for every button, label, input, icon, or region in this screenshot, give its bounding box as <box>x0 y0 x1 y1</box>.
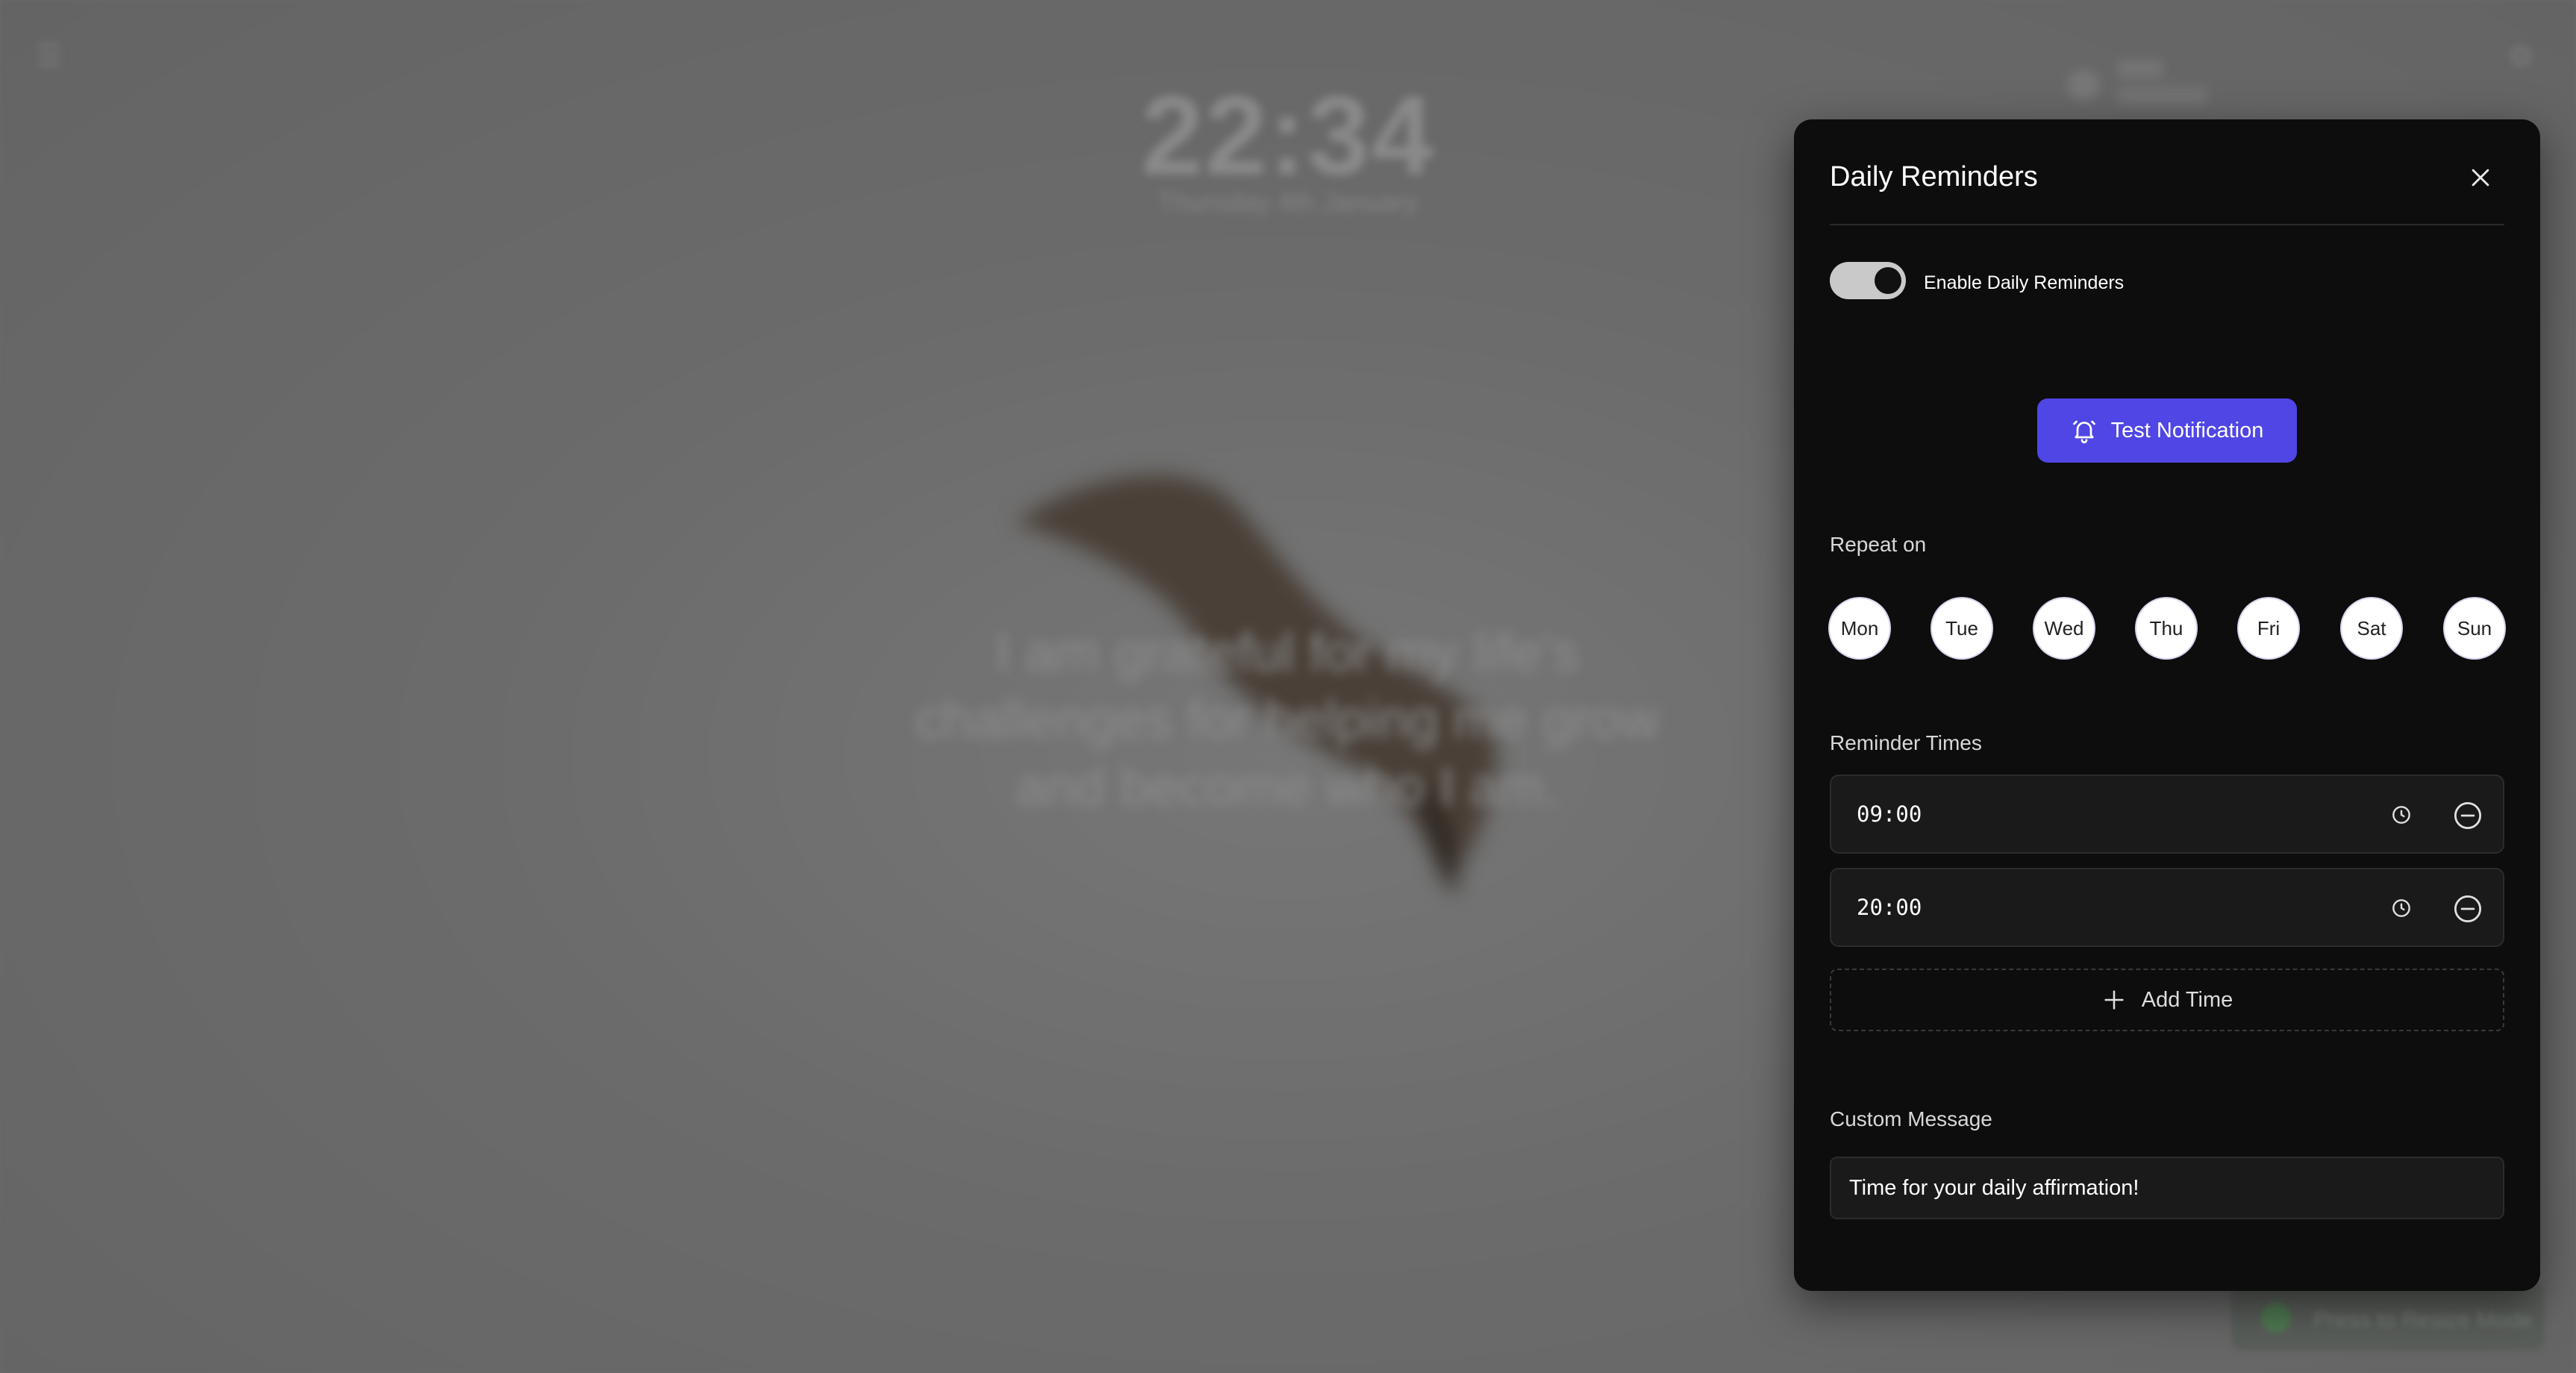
add-time-button[interactable]: Add Time <box>1830 969 2504 1031</box>
reminder-time-row[interactable]: 20:00 <box>1830 868 2504 947</box>
menu-icon: ☰ <box>36 40 63 73</box>
day-tue[interactable]: Tue <box>1932 598 1992 658</box>
reminder-times-label: Reminder Times <box>1830 731 1982 754</box>
background-affirmation: I am grateful for my life's challenges f… <box>915 623 1660 817</box>
background-toast: Press to Resize Mode <box>2231 1283 2545 1351</box>
test-notification-button[interactable]: Test Notification <box>2037 398 2297 463</box>
day-fri[interactable]: Fri <box>2239 598 2298 658</box>
repeat-on-label: Repeat on <box>1830 533 1927 556</box>
enable-reminders-label: Enable Daily Reminders <box>1924 272 2125 293</box>
dialog-header: Daily Reminders <box>1830 157 2504 225</box>
toast-text: Press to Resize Mode <box>2313 1307 2533 1332</box>
time-input[interactable]: 09:00 <box>1857 801 1922 827</box>
day-mon[interactable]: Mon <box>1830 598 1889 658</box>
toggle-knob <box>1875 267 1901 294</box>
reminder-time-row[interactable]: 09:00 <box>1830 775 2504 854</box>
custom-message-label: Custom Message <box>1830 1107 1992 1130</box>
plus-icon <box>2104 990 2124 1010</box>
enable-reminders-toggle[interactable] <box>1830 262 1906 299</box>
settings-icon: ⚙ <box>2507 40 2534 73</box>
clock-icon[interactable] <box>2389 896 2413 920</box>
dialog-title: Daily Reminders <box>1830 161 2038 193</box>
test-notification-label: Test Notification <box>2110 418 2264 442</box>
weather-temperature <box>2118 60 2163 78</box>
remove-time-icon[interactable] <box>2452 893 2483 925</box>
clock-icon[interactable] <box>2389 803 2413 827</box>
time-input[interactable]: 20:00 <box>1857 895 1922 920</box>
day-sat[interactable]: Sat <box>2342 598 2401 658</box>
weather-widget <box>2060 60 2209 112</box>
weather-description <box>2118 87 2207 104</box>
bell-icon <box>2072 420 2095 444</box>
enable-reminders-row: Enable Daily Reminders <box>1830 261 2124 300</box>
day-thu[interactable]: Thu <box>2136 598 2196 658</box>
add-time-label: Add Time <box>2141 987 2233 1012</box>
custom-message-input[interactable] <box>1830 1157 2504 1219</box>
daily-reminders-dialog: Daily Reminders Enable Daily Reminders T… <box>1794 119 2540 1291</box>
day-wed[interactable]: Wed <box>2034 598 2094 658</box>
close-icon <box>2472 169 2489 187</box>
weekday-selector: Mon Tue Wed Thu Fri Sat Sun <box>1830 598 2504 658</box>
close-button[interactable] <box>2460 157 2501 198</box>
toast-icon <box>2261 1303 2291 1333</box>
remove-time-icon[interactable] <box>2452 800 2483 831</box>
day-sun[interactable]: Sun <box>2445 598 2504 658</box>
weather-icon <box>2067 70 2100 100</box>
